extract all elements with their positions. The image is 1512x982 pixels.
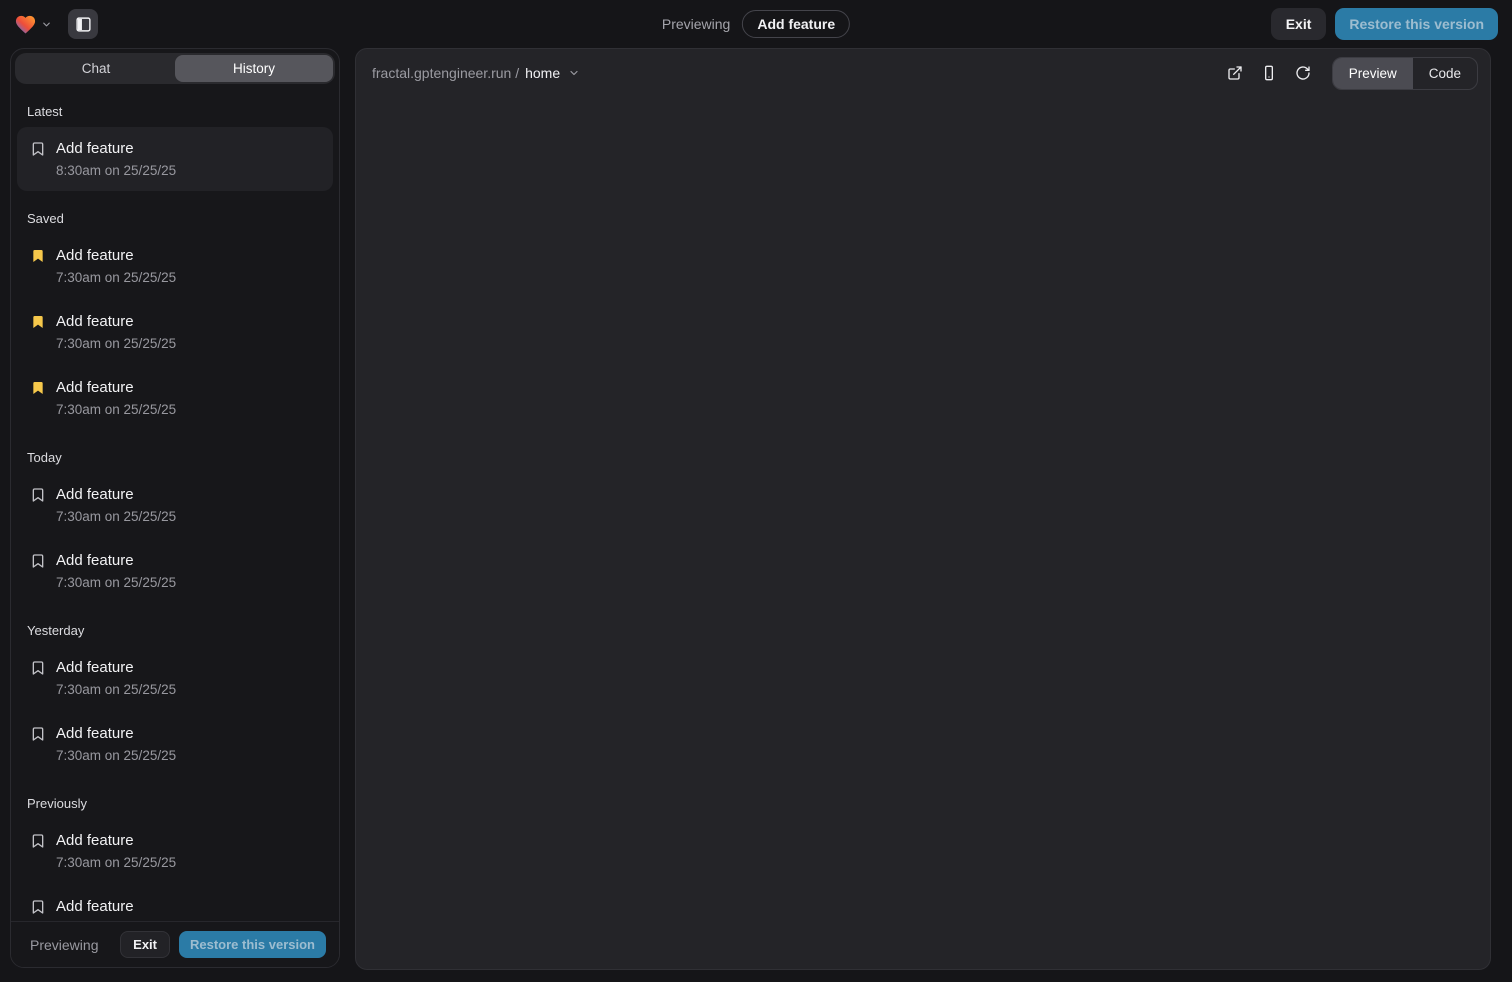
history-section: Saved Add feature 7:30am on 25/25/25 Add… xyxy=(17,211,333,430)
item-title: Add feature xyxy=(56,830,176,851)
section-items: Add feature 7:30am on 25/25/25 Add featu… xyxy=(17,819,333,921)
refresh-icon xyxy=(1295,65,1311,81)
history-item[interactable]: Add feature 7:30am on 25/25/25 xyxy=(17,819,333,883)
tab-chat[interactable]: Chat xyxy=(17,55,175,82)
section-items: Add feature 8:30am on 25/25/25 xyxy=(17,127,333,191)
item-timestamp: 7:30am on 25/25/25 xyxy=(56,854,176,872)
history-list[interactable]: Latest Add feature 8:30am on 25/25/25 Sa… xyxy=(11,88,339,921)
item-timestamp: 7:30am on 25/25/25 xyxy=(56,269,176,287)
preview-viewport[interactable] xyxy=(356,97,1490,969)
history-section: Yesterday Add feature 7:30am on 25/25/25… xyxy=(17,623,333,776)
history-section: Today Add feature 7:30am on 25/25/25 Add… xyxy=(17,450,333,603)
version-badge[interactable]: Add feature xyxy=(742,10,850,38)
top-bar: Previewing Add feature Exit Restore this… xyxy=(0,0,1512,48)
item-title: Add feature xyxy=(56,245,176,266)
app-logo-menu[interactable] xyxy=(14,13,52,36)
bookmark-icon xyxy=(30,487,46,503)
sidebar-toggle-button[interactable] xyxy=(68,9,98,39)
section-label: Latest xyxy=(27,104,323,119)
history-item[interactable]: Add feature 7:30am on 25/25/25 xyxy=(17,646,333,710)
section-label: Today xyxy=(27,450,323,465)
previewing-status: Previewing xyxy=(662,16,730,32)
bookmark-filled-icon xyxy=(30,380,46,396)
history-item[interactable]: Add feature 7:30am on 25/25/25 xyxy=(17,234,333,298)
history-section: Previously Add feature 7:30am on 25/25/2… xyxy=(17,796,333,921)
item-title: Add feature xyxy=(56,311,176,332)
toggle-preview-button[interactable]: Preview xyxy=(1333,58,1413,89)
item-title: Add feature xyxy=(56,484,176,505)
sidebar-footer: Previewing Exit Restore this version xyxy=(11,921,339,967)
chevron-down-icon xyxy=(41,19,52,30)
exit-button[interactable]: Exit xyxy=(1271,8,1327,40)
item-title: Add feature xyxy=(56,377,176,398)
item-timestamp: 7:30am on 25/25/25 xyxy=(56,574,176,592)
bookmark-icon xyxy=(30,833,46,849)
history-item[interactable]: Add feature 7:30am on 25/25/25 xyxy=(17,473,333,537)
history-item[interactable]: Add feature 7:30am on 25/25/25 xyxy=(17,885,333,921)
preview-header: fractal.gptengineer.run / home xyxy=(356,49,1490,97)
section-label: Previously xyxy=(27,796,323,811)
smartphone-icon xyxy=(1261,65,1277,81)
history-section: Latest Add feature 8:30am on 25/25/25 xyxy=(17,104,333,191)
item-timestamp: 8:30am on 25/25/25 xyxy=(56,162,176,180)
panel-left-icon xyxy=(75,16,92,33)
section-items: Add feature 7:30am on 25/25/25 Add featu… xyxy=(17,234,333,430)
item-title: Add feature xyxy=(56,550,176,571)
item-title: Add feature xyxy=(56,138,176,159)
bookmark-filled-icon xyxy=(30,248,46,264)
item-title: Add feature xyxy=(56,896,176,917)
view-toggle: Preview Code xyxy=(1332,57,1478,90)
item-timestamp: 7:30am on 25/25/25 xyxy=(56,681,176,699)
history-item[interactable]: Add feature 7:30am on 25/25/25 xyxy=(17,366,333,430)
restore-version-button[interactable]: Restore this version xyxy=(1335,8,1498,40)
history-item[interactable]: Add feature 8:30am on 25/25/25 xyxy=(17,127,333,191)
bookmark-icon xyxy=(30,553,46,569)
item-title: Add feature xyxy=(56,657,176,678)
toggle-code-button[interactable]: Code xyxy=(1413,58,1477,89)
bookmark-icon xyxy=(30,660,46,676)
lovable-heart-icon xyxy=(14,13,37,36)
item-timestamp: 7:30am on 25/25/25 xyxy=(56,508,176,526)
preview-url-page: home xyxy=(525,65,560,81)
mobile-view-button[interactable] xyxy=(1254,58,1284,88)
section-items: Add feature 7:30am on 25/25/25 Add featu… xyxy=(17,646,333,776)
preview-url-site: fractal.gptengineer.run / xyxy=(372,65,519,81)
open-external-button[interactable] xyxy=(1220,58,1250,88)
item-title: Add feature xyxy=(56,723,176,744)
section-items: Add feature 7:30am on 25/25/25 Add featu… xyxy=(17,473,333,603)
section-label: Yesterday xyxy=(27,623,323,638)
external-link-icon xyxy=(1227,65,1243,81)
history-item[interactable]: Add feature 7:30am on 25/25/25 xyxy=(17,300,333,364)
refresh-button[interactable] xyxy=(1288,58,1318,88)
sidebar-tabs: Chat History xyxy=(15,53,335,84)
bookmark-icon xyxy=(30,141,46,157)
bookmark-icon xyxy=(30,726,46,742)
section-label: Saved xyxy=(27,211,323,226)
bookmark-filled-icon xyxy=(30,314,46,330)
chevron-down-icon xyxy=(568,67,580,79)
bookmark-icon xyxy=(30,899,46,915)
history-sidebar: Chat History Latest Add feature 8:30am o… xyxy=(10,48,340,968)
history-item[interactable]: Add feature 7:30am on 25/25/25 xyxy=(17,539,333,603)
footer-exit-button[interactable]: Exit xyxy=(120,931,170,958)
tab-history[interactable]: History xyxy=(175,55,333,82)
item-timestamp: 7:30am on 25/25/25 xyxy=(56,335,176,353)
preview-panel: fractal.gptengineer.run / home xyxy=(355,48,1491,970)
item-timestamp: 7:30am on 25/25/25 xyxy=(56,747,176,765)
footer-restore-version-button[interactable]: Restore this version xyxy=(179,931,326,958)
item-timestamp: 7:30am on 25/25/25 xyxy=(56,401,176,419)
history-item[interactable]: Add feature 7:30am on 25/25/25 xyxy=(17,712,333,776)
preview-url-dropdown[interactable]: fractal.gptengineer.run / home xyxy=(372,65,580,81)
footer-previewing-status: Previewing xyxy=(30,937,98,953)
